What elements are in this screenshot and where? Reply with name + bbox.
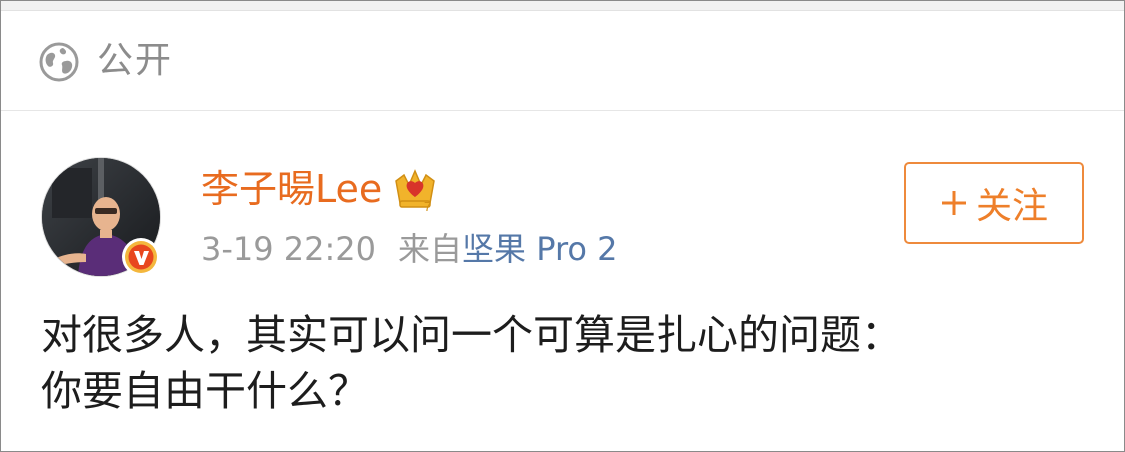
- author-name[interactable]: 李子暘Lee: [201, 163, 382, 215]
- svg-text:7: 7: [424, 199, 431, 211]
- verified-v-icon: [122, 238, 160, 276]
- post-time: 3-19 22:20: [201, 230, 377, 268]
- author-name-row: 李子暘Lee 7: [201, 163, 438, 215]
- follow-button[interactable]: 关注: [904, 162, 1084, 244]
- post-source-device[interactable]: 坚果 Pro 2: [462, 230, 617, 268]
- visibility-label: 公开: [97, 40, 174, 81]
- visibility-row: 公开: [1, 11, 1124, 110]
- author-avatar-group[interactable]: [41, 157, 161, 277]
- top-separator: [1, 1, 1124, 11]
- header-divider: [1, 110, 1124, 111]
- plus-icon: [941, 191, 966, 215]
- weibo-post-screenshot: 公开 李子暘Lee 7 3-19 22:20 来自坚果 Pro 2 关注 对很多…: [0, 0, 1125, 452]
- follow-label: 关注: [975, 186, 1048, 227]
- post-source-prefix: 来自: [398, 230, 463, 268]
- post-text: 对很多人，其实可以问一个可算是扎心的问题： 你要自由干什么？: [41, 311, 902, 415]
- post-meta: 3-19 22:20 来自坚果 Pro 2: [201, 227, 618, 271]
- crown-icon: 7: [395, 169, 436, 211]
- globe-icon: [39, 42, 79, 82]
